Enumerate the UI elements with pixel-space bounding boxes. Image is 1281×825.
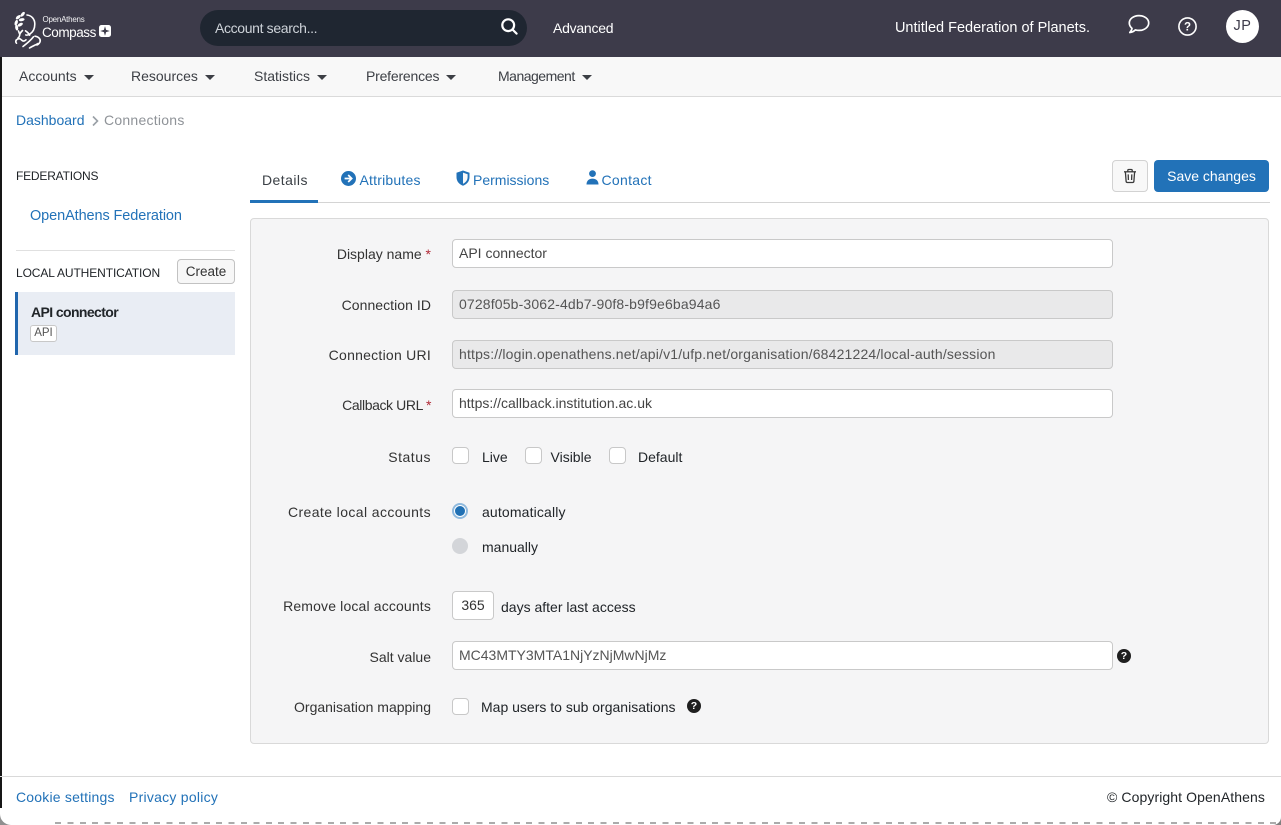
svg-text:?: ? (1184, 22, 1191, 34)
